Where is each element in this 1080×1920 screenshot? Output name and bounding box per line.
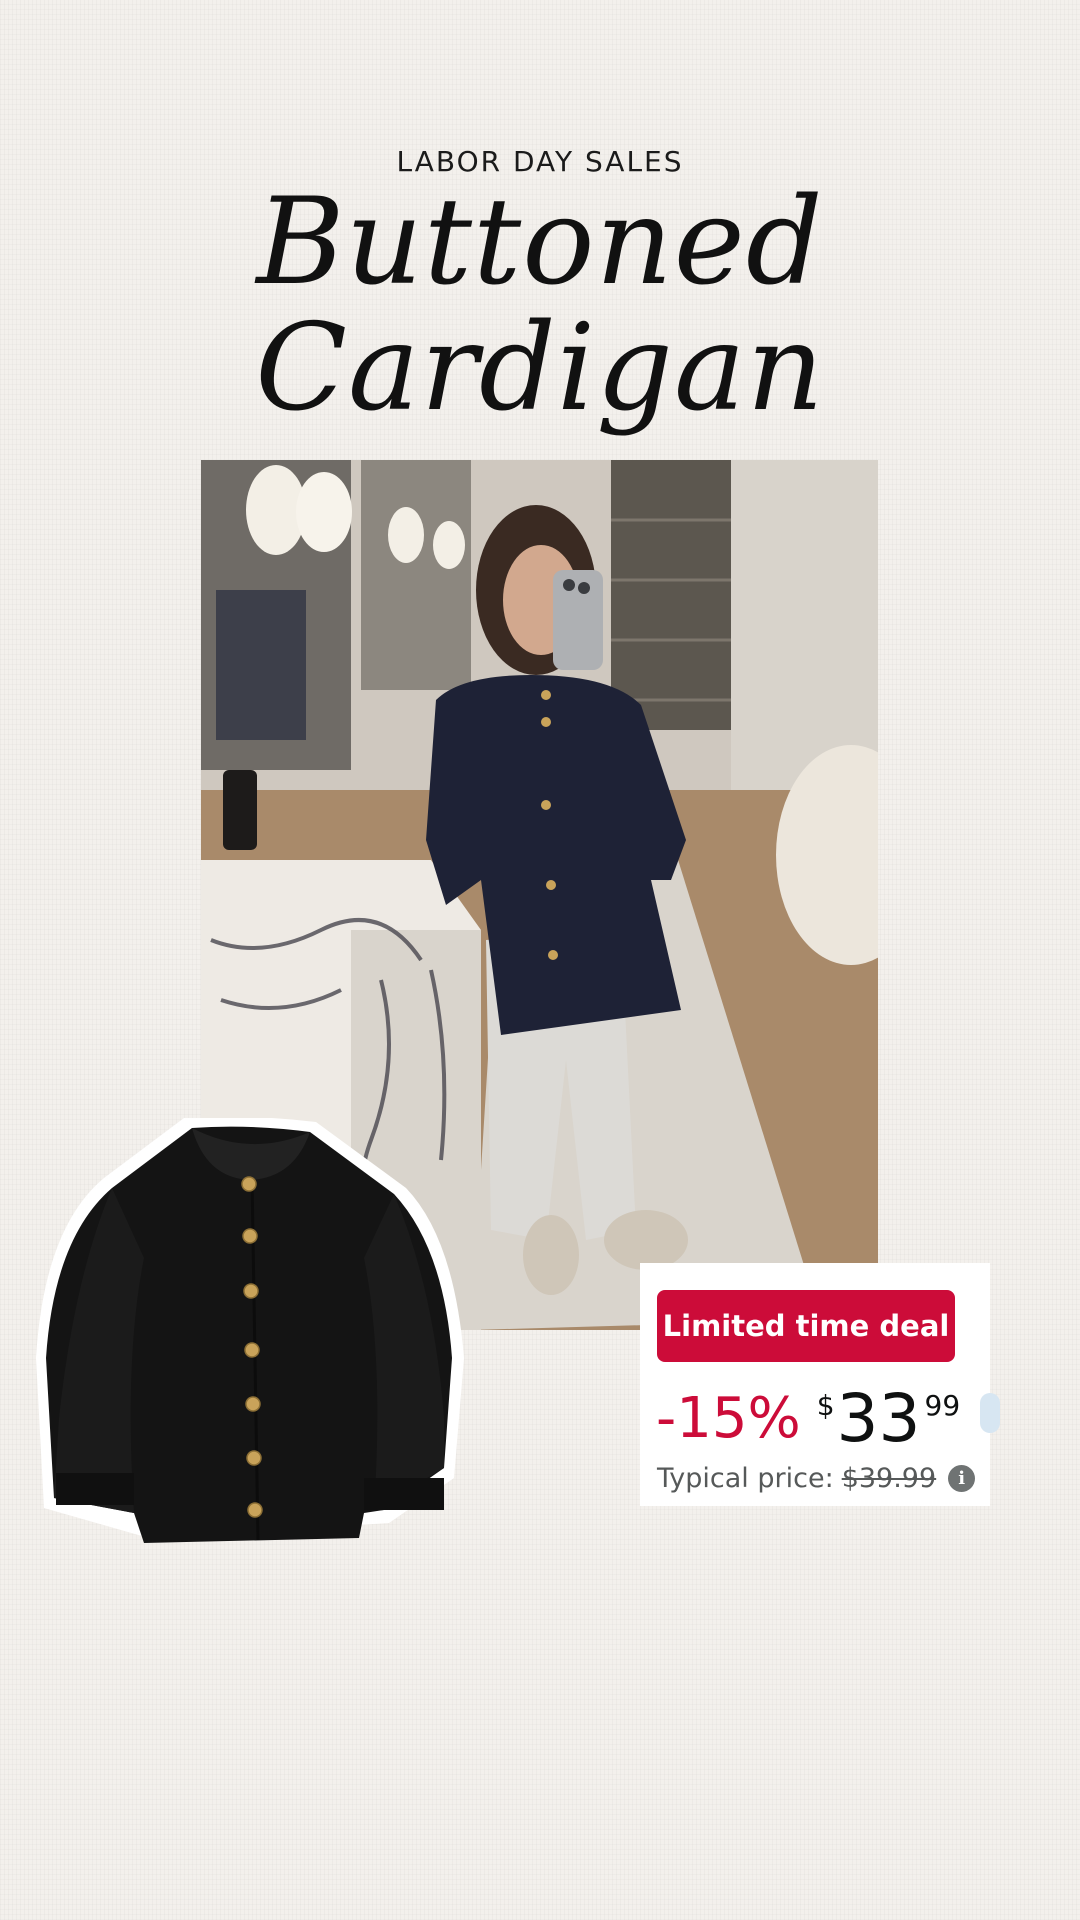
price-whole: 33 [836, 1380, 921, 1457]
currency-symbol: $ [816, 1389, 835, 1422]
cardigan-product-image [34, 1116, 466, 1548]
price-fraction: 99 [924, 1389, 961, 1422]
limited-deal-badge: Limited time deal [657, 1290, 955, 1362]
typical-price-row: Typical price: $39.99 i [657, 1463, 976, 1494]
cropped-badge-edge [980, 1393, 1000, 1433]
info-icon[interactable]: i [948, 1465, 976, 1492]
typical-price-value: $39.99 [841, 1463, 937, 1494]
price-card: Limited time deal -15% $ 33 99 Typical p… [640, 1263, 1000, 1506]
typical-price-label: Typical price: [657, 1463, 834, 1494]
discount-percent: -15% [656, 1386, 801, 1451]
page-title: Buttoned Cardigan [255, 173, 825, 438]
price-row: -15% $ 33 99 [656, 1379, 960, 1459]
